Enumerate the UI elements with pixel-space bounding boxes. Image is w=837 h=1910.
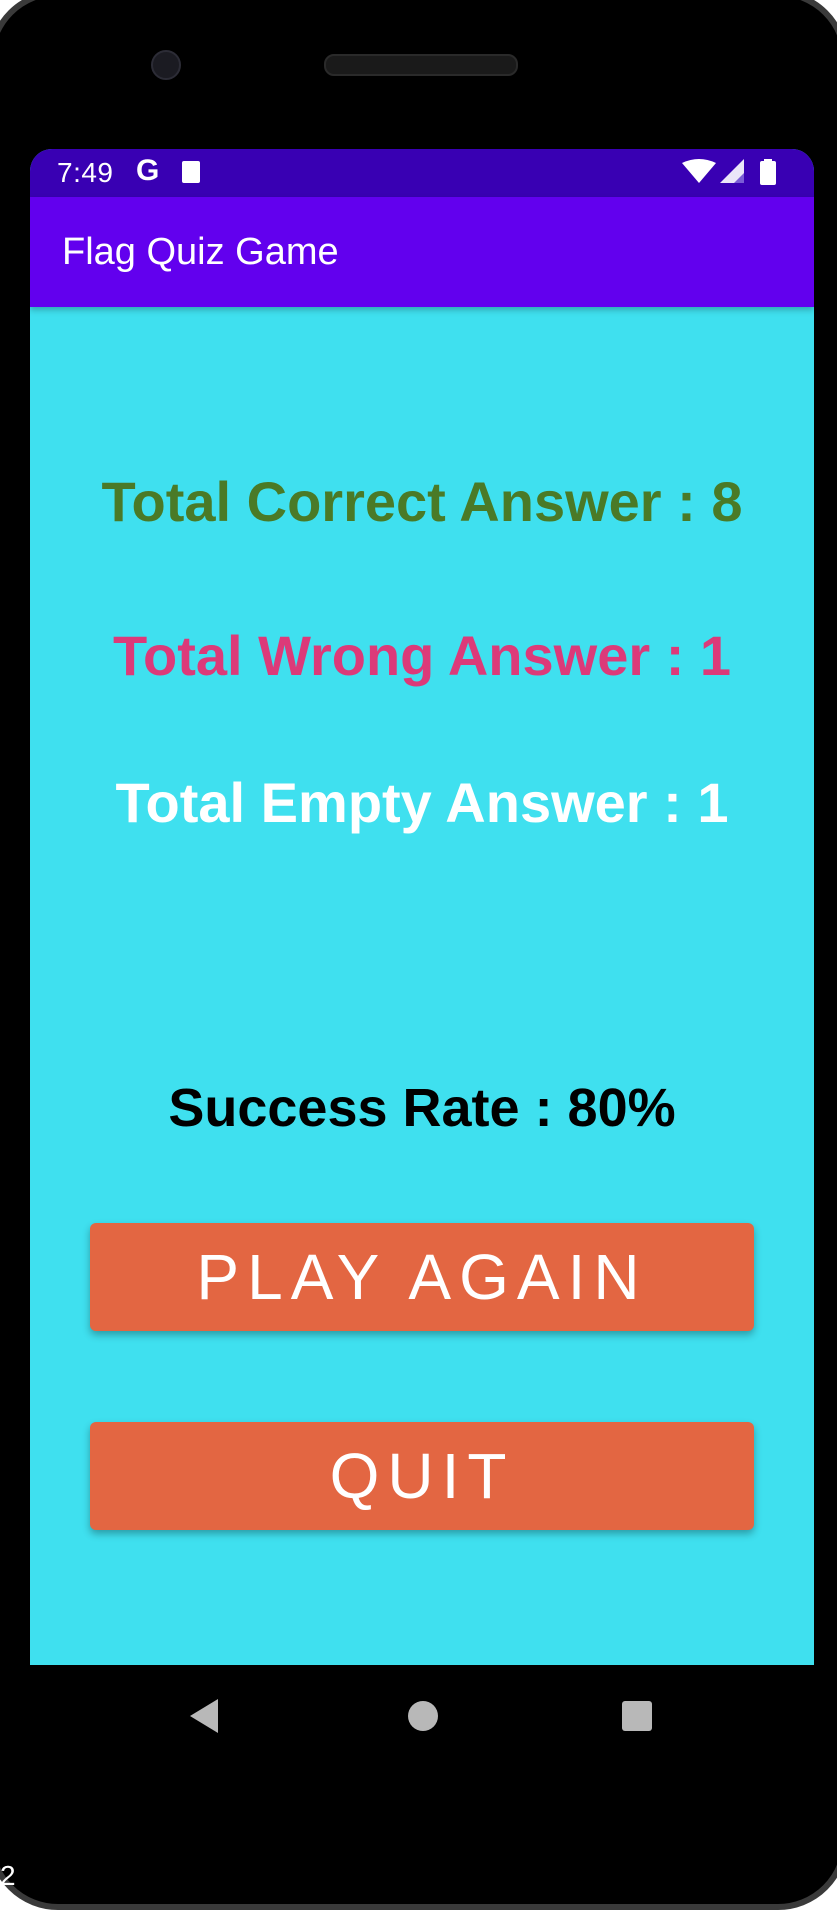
navigation-bar [30,1665,814,1765]
wifi-icon [682,159,716,183]
status-bar: 7:49 G [30,149,814,197]
recent-apps-icon[interactable] [622,1701,652,1731]
app-screen: 7:49 G Flag Quiz Game Total Correct Answ… [30,149,814,1665]
play-again-button[interactable]: PLAY AGAIN [90,1223,754,1331]
earpiece-speaker [324,54,518,76]
status-time: 7:49 [57,157,114,188]
app-title: Flag Quiz Game [62,231,339,273]
total-empty-answer: Total Empty Answer : 1 [115,771,729,834]
front-camera [151,50,181,80]
battery-icon [760,161,776,185]
sd-card-icon [182,161,200,183]
total-wrong-answer: Total Wrong Answer : 1 [112,624,732,687]
status-icons [682,159,776,185]
back-icon[interactable] [190,1699,220,1733]
success-rate: Success Rate : 80% [168,1078,676,1138]
quit-button[interactable]: QUIT [90,1422,754,1530]
corner-text: 2 [0,1860,16,1891]
app-bar: Flag Quiz Game [30,197,814,307]
total-correct-answer: Total Correct Answer : 8 [101,470,743,533]
google-icon: G [136,154,160,187]
home-icon[interactable] [408,1701,438,1731]
